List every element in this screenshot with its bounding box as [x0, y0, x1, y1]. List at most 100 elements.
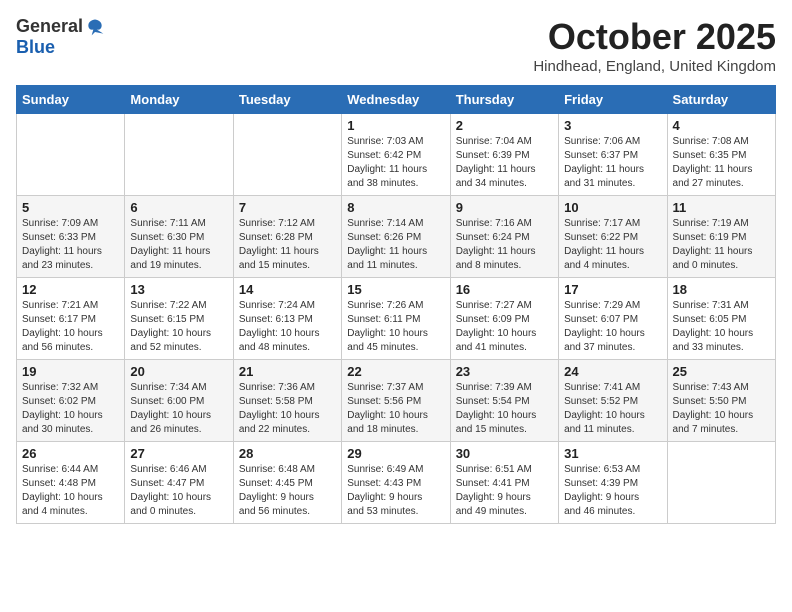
day-info: Sunrise: 7:29 AM Sunset: 6:07 PM Dayligh… [564, 299, 661, 355]
calendar-cell: 9 Sunrise: 7:16 AM Sunset: 6:24 PM Daylig… [450, 196, 558, 278]
day-number: 11 [673, 200, 770, 215]
calendar-week-2: 5 Sunrise: 7:09 AM Sunset: 6:33 PM Daylig… [17, 196, 776, 278]
day-number: 16 [456, 282, 553, 297]
calendar-cell: 25Sunrise: 7:43 AM Sunset: 5:50 PM Dayli… [667, 360, 775, 442]
day-number: 13 [130, 282, 227, 297]
day-info: Sunrise: 7:26 AM Sunset: 6:11 PM Dayligh… [347, 299, 444, 355]
calendar-cell: 5 Sunrise: 7:09 AM Sunset: 6:33 PM Daylig… [17, 196, 125, 278]
calendar-week-1: 1 Sunrise: 7:03 AM Sunset: 6:42 PM Daylig… [17, 114, 776, 196]
day-info: Sunrise: 7:32 AM Sunset: 6:02 PM Dayligh… [22, 381, 119, 437]
day-number: 8 [347, 200, 444, 215]
day-info: Sunrise: 7:08 AM Sunset: 6:35 PM Dayligh… [673, 135, 770, 191]
calendar-cell: 10 Sunrise: 7:17 AM Sunset: 6:22 PM Dayli… [559, 196, 667, 278]
col-tuesday: Tuesday [233, 86, 341, 114]
day-number: 21 [239, 364, 336, 379]
calendar-cell: 14Sunrise: 7:24 AM Sunset: 6:13 PM Dayli… [233, 278, 341, 360]
day-number: 25 [673, 364, 770, 379]
calendar-cell: 18Sunrise: 7:31 AM Sunset: 6:05 PM Dayli… [667, 278, 775, 360]
calendar-week-3: 12 Sunrise: 7:21 AM Sunset: 6:17 PM Dayli… [17, 278, 776, 360]
day-number: 30 [456, 446, 553, 461]
day-info: Sunrise: 7:12 AM Sunset: 6:28 PM Dayligh… [239, 217, 336, 273]
calendar-cell: 11 Sunrise: 7:19 AM Sunset: 6:19 PM Dayli… [667, 196, 775, 278]
day-number: 23 [456, 364, 553, 379]
day-number: 15 [347, 282, 444, 297]
calendar-cell [233, 114, 341, 196]
calendar-cell: 1 Sunrise: 7:03 AM Sunset: 6:42 PM Daylig… [342, 114, 450, 196]
location: Hindhead, England, United Kingdom [533, 58, 776, 75]
day-info: Sunrise: 7:36 AM Sunset: 5:58 PM Dayligh… [239, 381, 336, 437]
day-number: 17 [564, 282, 661, 297]
month-title: October 2025 [533, 16, 776, 58]
calendar-cell: 15 Sunrise: 7:26 AM Sunset: 6:11 PM Dayli… [342, 278, 450, 360]
day-info: Sunrise: 7:34 AM Sunset: 6:00 PM Dayligh… [130, 381, 227, 437]
calendar-cell [667, 442, 775, 524]
day-info: Sunrise: 7:16 AM Sunset: 6:24 PM Dayligh… [456, 217, 553, 273]
col-thursday: Thursday [450, 86, 558, 114]
day-number: 12 [22, 282, 119, 297]
calendar-cell: 7 Sunrise: 7:12 AM Sunset: 6:28 PM Daylig… [233, 196, 341, 278]
day-number: 22 [347, 364, 444, 379]
day-number: 5 [22, 200, 119, 215]
day-info: Sunrise: 7:21 AM Sunset: 6:17 PM Dayligh… [22, 299, 119, 355]
day-number: 27 [130, 446, 227, 461]
day-info: Sunrise: 6:51 AM Sunset: 4:41 PM Dayligh… [456, 463, 553, 519]
day-info: Sunrise: 7:41 AM Sunset: 5:52 PM Dayligh… [564, 381, 661, 437]
day-number: 2 [456, 118, 553, 133]
day-info: Sunrise: 7:04 AM Sunset: 6:39 PM Dayligh… [456, 135, 553, 191]
calendar-cell: 6Sunrise: 7:11 AM Sunset: 6:30 PM Daylig… [125, 196, 233, 278]
day-number: 24 [564, 364, 661, 379]
day-number: 1 [347, 118, 444, 133]
calendar-cell: 28 Sunrise: 6:48 AM Sunset: 4:45 PM Dayli… [233, 442, 341, 524]
logo-general-text: General [16, 16, 83, 37]
logo: General Blue [16, 16, 105, 58]
day-info: Sunrise: 7:17 AM Sunset: 6:22 PM Dayligh… [564, 217, 661, 273]
day-number: 4 [673, 118, 770, 133]
day-info: Sunrise: 6:46 AM Sunset: 4:47 PM Dayligh… [130, 463, 227, 519]
day-info: Sunrise: 6:48 AM Sunset: 4:45 PM Dayligh… [239, 463, 336, 519]
calendar-cell: 22 Sunrise: 7:37 AM Sunset: 5:56 PM Dayli… [342, 360, 450, 442]
logo-bird-icon [85, 17, 105, 37]
day-info: Sunrise: 7:37 AM Sunset: 5:56 PM Dayligh… [347, 381, 444, 437]
calendar-cell: 23 Sunrise: 7:39 AM Sunset: 5:54 PM Dayli… [450, 360, 558, 442]
day-info: Sunrise: 6:44 AM Sunset: 4:48 PM Dayligh… [22, 463, 119, 519]
day-info: Sunrise: 6:49 AM Sunset: 4:43 PM Dayligh… [347, 463, 444, 519]
day-info: Sunrise: 7:39 AM Sunset: 5:54 PM Dayligh… [456, 381, 553, 437]
day-info: Sunrise: 7:09 AM Sunset: 6:33 PM Dayligh… [22, 217, 119, 273]
day-number: 28 [239, 446, 336, 461]
day-info: Sunrise: 7:19 AM Sunset: 6:19 PM Dayligh… [673, 217, 770, 273]
day-info: Sunrise: 7:31 AM Sunset: 6:05 PM Dayligh… [673, 299, 770, 355]
day-info: Sunrise: 7:22 AM Sunset: 6:15 PM Dayligh… [130, 299, 227, 355]
day-info: Sunrise: 6:53 AM Sunset: 4:39 PM Dayligh… [564, 463, 661, 519]
calendar-header-row: Sunday Monday Tuesday Wednesday Thursday… [17, 86, 776, 114]
day-info: Sunrise: 7:11 AM Sunset: 6:30 PM Dayligh… [130, 217, 227, 273]
day-number: 31 [564, 446, 661, 461]
day-number: 14 [239, 282, 336, 297]
calendar-cell: 24 Sunrise: 7:41 AM Sunset: 5:52 PM Dayli… [559, 360, 667, 442]
day-number: 26 [22, 446, 119, 461]
calendar-cell: 2 Sunrise: 7:04 AM Sunset: 6:39 PM Daylig… [450, 114, 558, 196]
day-number: 20 [130, 364, 227, 379]
day-number: 10 [564, 200, 661, 215]
calendar-cell: 16Sunrise: 7:27 AM Sunset: 6:09 PM Dayli… [450, 278, 558, 360]
day-info: Sunrise: 7:03 AM Sunset: 6:42 PM Dayligh… [347, 135, 444, 191]
calendar-cell: 21 Sunrise: 7:36 AM Sunset: 5:58 PM Dayli… [233, 360, 341, 442]
calendar-cell: 20 Sunrise: 7:34 AM Sunset: 6:00 PM Dayli… [125, 360, 233, 442]
calendar-week-5: 26 Sunrise: 6:44 AM Sunset: 4:48 PM Dayli… [17, 442, 776, 524]
calendar-cell: 19Sunrise: 7:32 AM Sunset: 6:02 PM Dayli… [17, 360, 125, 442]
calendar-cell: 27 Sunrise: 6:46 AM Sunset: 4:47 PM Dayli… [125, 442, 233, 524]
day-number: 7 [239, 200, 336, 215]
day-number: 9 [456, 200, 553, 215]
logo-blue-text: Blue [16, 37, 55, 58]
day-info: Sunrise: 7:14 AM Sunset: 6:26 PM Dayligh… [347, 217, 444, 273]
col-monday: Monday [125, 86, 233, 114]
calendar-cell: 4 Sunrise: 7:08 AM Sunset: 6:35 PM Daylig… [667, 114, 775, 196]
calendar-cell: 29 Sunrise: 6:49 AM Sunset: 4:43 PM Dayli… [342, 442, 450, 524]
calendar-cell: 17 Sunrise: 7:29 AM Sunset: 6:07 PM Dayli… [559, 278, 667, 360]
calendar-cell: 8 Sunrise: 7:14 AM Sunset: 6:26 PM Daylig… [342, 196, 450, 278]
calendar-cell: 26 Sunrise: 6:44 AM Sunset: 4:48 PM Dayli… [17, 442, 125, 524]
col-friday: Friday [559, 86, 667, 114]
day-number: 3 [564, 118, 661, 133]
page-header: General Blue October 2025 Hindhead, Engl… [16, 16, 776, 75]
day-number: 29 [347, 446, 444, 461]
calendar-table: Sunday Monday Tuesday Wednesday Thursday… [16, 85, 776, 524]
